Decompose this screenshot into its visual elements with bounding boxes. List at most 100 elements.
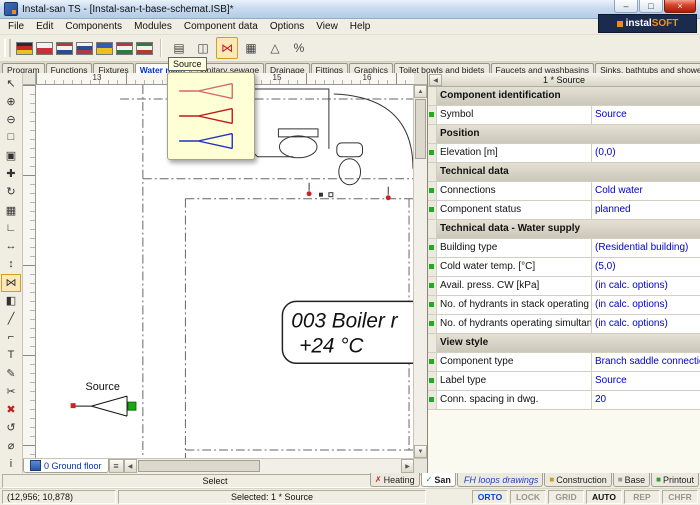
- scroll-up-icon[interactable]: ▲: [414, 85, 427, 98]
- flag-russian-icon[interactable]: [76, 42, 93, 55]
- undo-icon[interactable]: ↺: [1, 419, 21, 437]
- property-value[interactable]: Source: [592, 372, 700, 390]
- flag-polish-icon[interactable]: [36, 42, 53, 55]
- menu-view[interactable]: View: [310, 20, 344, 33]
- insert-source-icon[interactable]: ⋈: [1, 274, 21, 292]
- property-value[interactable]: (Residential building): [592, 239, 700, 257]
- scroll-down-icon[interactable]: ▼: [414, 445, 427, 458]
- row-avail-press-cw[interactable]: Avail. press. CW [kPa] (in calc. options…: [428, 277, 700, 296]
- row-hydrants-for-source[interactable]: No. of hydrants operating simultaneously…: [428, 315, 700, 334]
- panel-collapse-icon[interactable]: ◀: [429, 74, 442, 86]
- grid-icon[interactable]: ▦: [1, 201, 21, 219]
- zoom-all-icon[interactable]: ▣: [1, 147, 21, 165]
- flag-german-icon[interactable]: [16, 42, 33, 55]
- redraw-icon[interactable]: ↻: [1, 183, 21, 201]
- pan-icon[interactable]: ✚: [1, 165, 21, 183]
- draw-pipe-icon[interactable]: ╱: [1, 310, 21, 328]
- row-component-type[interactable]: Component type Branch saddle connection: [428, 353, 700, 372]
- sheet-tab-base[interactable]: ■ Base: [613, 473, 650, 487]
- vertical-scrollbar[interactable]: ▲ ▼: [413, 85, 427, 458]
- property-value[interactable]: (in calc. options): [592, 277, 700, 295]
- scroll-left-icon[interactable]: ◀: [124, 459, 137, 473]
- property-value[interactable]: (in calc. options): [592, 315, 700, 333]
- source-symbol-variant-3[interactable]: [177, 131, 245, 151]
- property-value[interactable]: 20: [592, 391, 700, 409]
- property-value[interactable]: Source: [592, 106, 700, 124]
- row-symbol[interactable]: Symbol Source: [428, 106, 700, 125]
- property-value[interactable]: Branch saddle connection: [592, 353, 700, 371]
- indicator-rep[interactable]: REP: [624, 490, 660, 504]
- source-component[interactable]: Source: [71, 381, 136, 416]
- minimize-button[interactable]: –: [614, 0, 638, 13]
- percent-icon[interactable]: %: [288, 37, 310, 59]
- menu-edit[interactable]: Edit: [30, 20, 59, 33]
- section-technical-data[interactable]: Technical data: [428, 163, 700, 182]
- menu-modules[interactable]: Modules: [128, 20, 178, 33]
- indicator-auto[interactable]: AUTO: [586, 490, 622, 504]
- delete-icon[interactable]: ✖: [1, 401, 21, 419]
- row-connections[interactable]: Connections Cold water: [428, 182, 700, 201]
- move-icon[interactable]: ↔: [1, 237, 21, 255]
- property-value[interactable]: (in calc. options): [592, 296, 700, 314]
- row-component-status[interactable]: Component status planned: [428, 201, 700, 220]
- room-description-label[interactable]: 003 Boiler r +24 °C: [282, 301, 413, 363]
- valves-icon[interactable]: △: [264, 37, 286, 59]
- row-building-type[interactable]: Building type (Residential building): [428, 239, 700, 258]
- component-table-icon[interactable]: ▤: [168, 37, 190, 59]
- row-cold-water-temp[interactable]: Cold water temp. [°C] (5,0): [428, 258, 700, 277]
- sheet-tab-fh-loops-drawings[interactable]: FH loops drawings: [457, 473, 544, 487]
- indicator-orto[interactable]: ORTO: [472, 490, 508, 504]
- toolbar-grip[interactable]: [4, 39, 11, 57]
- flag-hungarian-icon[interactable]: [116, 42, 133, 55]
- flag-ukrainian-icon[interactable]: [96, 42, 113, 55]
- measure-icon[interactable]: ⌀: [1, 437, 21, 455]
- info-icon[interactable]: i: [1, 455, 21, 473]
- zoom-out-icon[interactable]: ⊖: [1, 110, 21, 128]
- source-symbol-variant-2[interactable]: [177, 106, 245, 126]
- source-palette-icon[interactable]: ⋈: [216, 37, 238, 59]
- indicator-lock[interactable]: LOCK: [510, 490, 546, 504]
- section-position[interactable]: Position: [428, 125, 700, 144]
- sheet-tab-printout[interactable]: ■ Printout: [651, 473, 699, 487]
- flag-bulgarian-icon[interactable]: [136, 42, 153, 55]
- floor-tab-ground[interactable]: 0 Ground floor: [23, 459, 109, 473]
- indicator-chfr[interactable]: CHFR: [662, 490, 698, 504]
- menu-options[interactable]: Options: [264, 20, 310, 33]
- scroll-right-icon[interactable]: ▶: [401, 459, 414, 473]
- sheet-tab-heating[interactable]: ✗ Heating: [370, 473, 420, 487]
- floor-list-button[interactable]: ≡: [109, 459, 124, 473]
- menu-file[interactable]: File: [2, 20, 30, 33]
- row-hydrants-in-stack[interactable]: No. of hydrants in stack operating simul…: [428, 296, 700, 315]
- menu-component-data[interactable]: Component data: [178, 20, 264, 33]
- zoom-window-icon[interactable]: □: [1, 128, 21, 146]
- scroll-track[interactable]: [414, 160, 427, 445]
- scroll-track[interactable]: [261, 459, 401, 473]
- property-value[interactable]: (5,0): [592, 258, 700, 276]
- row-conn-spacing[interactable]: Conn. spacing in dwg. 20: [428, 391, 700, 410]
- horizontal-scrollbar[interactable]: ◀ ▶: [124, 459, 414, 473]
- sheet-tab-san[interactable]: ✓ San: [421, 473, 456, 487]
- property-value[interactable]: planned: [592, 201, 700, 219]
- row-label-type[interactable]: Label type Source: [428, 372, 700, 391]
- select-tool-icon[interactable]: ↖: [1, 74, 21, 92]
- source-symbol-variant-1[interactable]: [177, 81, 245, 101]
- polyline-icon[interactable]: ⌐: [1, 328, 21, 346]
- selection-handle[interactable]: [128, 402, 136, 410]
- edit-tool-icon[interactable]: ✎: [1, 364, 21, 382]
- property-value[interactable]: Cold water: [592, 182, 700, 200]
- zoom-in-icon[interactable]: ⊕: [1, 92, 21, 110]
- text-tool-icon[interactable]: T: [1, 346, 21, 364]
- receivers-icon[interactable]: ▦: [240, 37, 262, 59]
- section-component-identification[interactable]: Component identification: [428, 87, 700, 106]
- scrollbar-thumb[interactable]: [415, 99, 426, 159]
- section-view-style[interactable]: View style: [428, 334, 700, 353]
- sheet-tab-construction[interactable]: ■ Construction: [544, 473, 611, 487]
- snap-icon[interactable]: ∟: [1, 219, 21, 237]
- maximize-button[interactable]: □: [639, 0, 663, 13]
- stretch-icon[interactable]: ↕: [1, 255, 21, 273]
- scrollbar-thumb[interactable]: [138, 460, 260, 472]
- flag-dutch-icon[interactable]: [56, 42, 73, 55]
- indicator-grid[interactable]: GRID: [548, 490, 584, 504]
- row-elevation[interactable]: Elevation [m] (0,0): [428, 144, 700, 163]
- section-technical-data-water-supply[interactable]: Technical data - Water supply: [428, 220, 700, 239]
